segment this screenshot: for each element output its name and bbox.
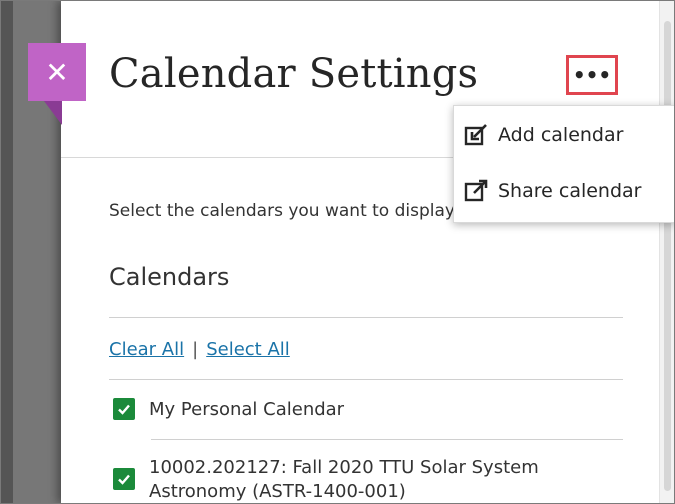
menu-item-share-calendar[interactable]: Share calendar <box>464 176 641 206</box>
item-divider <box>151 439 623 440</box>
calendar-settings-window: ✕ Calendar Settings ••• Select the calen… <box>0 0 675 504</box>
calendar-label-line: Astronomy (ASTR-1400-001) <box>149 481 406 502</box>
calendar-label: 10002.202127: Fall 2020 TTU Solar System… <box>149 456 539 503</box>
page-title: Calendar Settings <box>109 51 479 97</box>
more-options-button[interactable]: ••• <box>566 55 618 95</box>
calendar-checkbox[interactable] <box>113 468 135 490</box>
calendar-checkbox[interactable] <box>113 398 135 420</box>
more-options-menu: Add calendar Share calendar <box>453 105 674 223</box>
calendar-label-line: 10002.202127: Fall 2020 TTU Solar System <box>149 457 539 478</box>
section-divider <box>109 317 623 318</box>
checkmark-icon <box>118 474 130 485</box>
selection-links: Clear All | Select All <box>109 339 290 360</box>
calendar-label-line: My Personal Calendar <box>149 399 345 420</box>
checkmark-icon <box>118 404 130 415</box>
clear-all-link[interactable]: Clear All <box>109 339 184 360</box>
links-divider <box>109 379 623 380</box>
calendars-heading: Calendars <box>109 263 230 291</box>
calendar-label: My Personal Calendar <box>149 398 344 422</box>
calendar-item-course[interactable]: 10002.202127: Fall 2020 TTU Solar System… <box>113 456 539 503</box>
close-button[interactable]: ✕ <box>28 43 86 101</box>
share-calendar-icon <box>464 179 488 202</box>
calendar-item-personal[interactable]: My Personal Calendar <box>113 398 344 422</box>
close-icon: ✕ <box>45 55 69 89</box>
menu-item-label: Add calendar <box>498 124 624 146</box>
menu-item-add-calendar[interactable]: Add calendar <box>464 120 623 150</box>
add-calendar-icon <box>464 124 487 146</box>
menu-item-label: Share calendar <box>498 180 642 202</box>
instructions-text: Select the calendars you want to display <box>109 201 455 221</box>
scrollbar[interactable] <box>664 21 671 491</box>
select-all-link[interactable]: Select All <box>206 339 290 360</box>
ellipsis-icon: ••• <box>572 63 612 87</box>
close-tab-fold <box>44 101 62 125</box>
backdrop-edge <box>1 1 13 503</box>
link-separator: | <box>192 339 199 360</box>
